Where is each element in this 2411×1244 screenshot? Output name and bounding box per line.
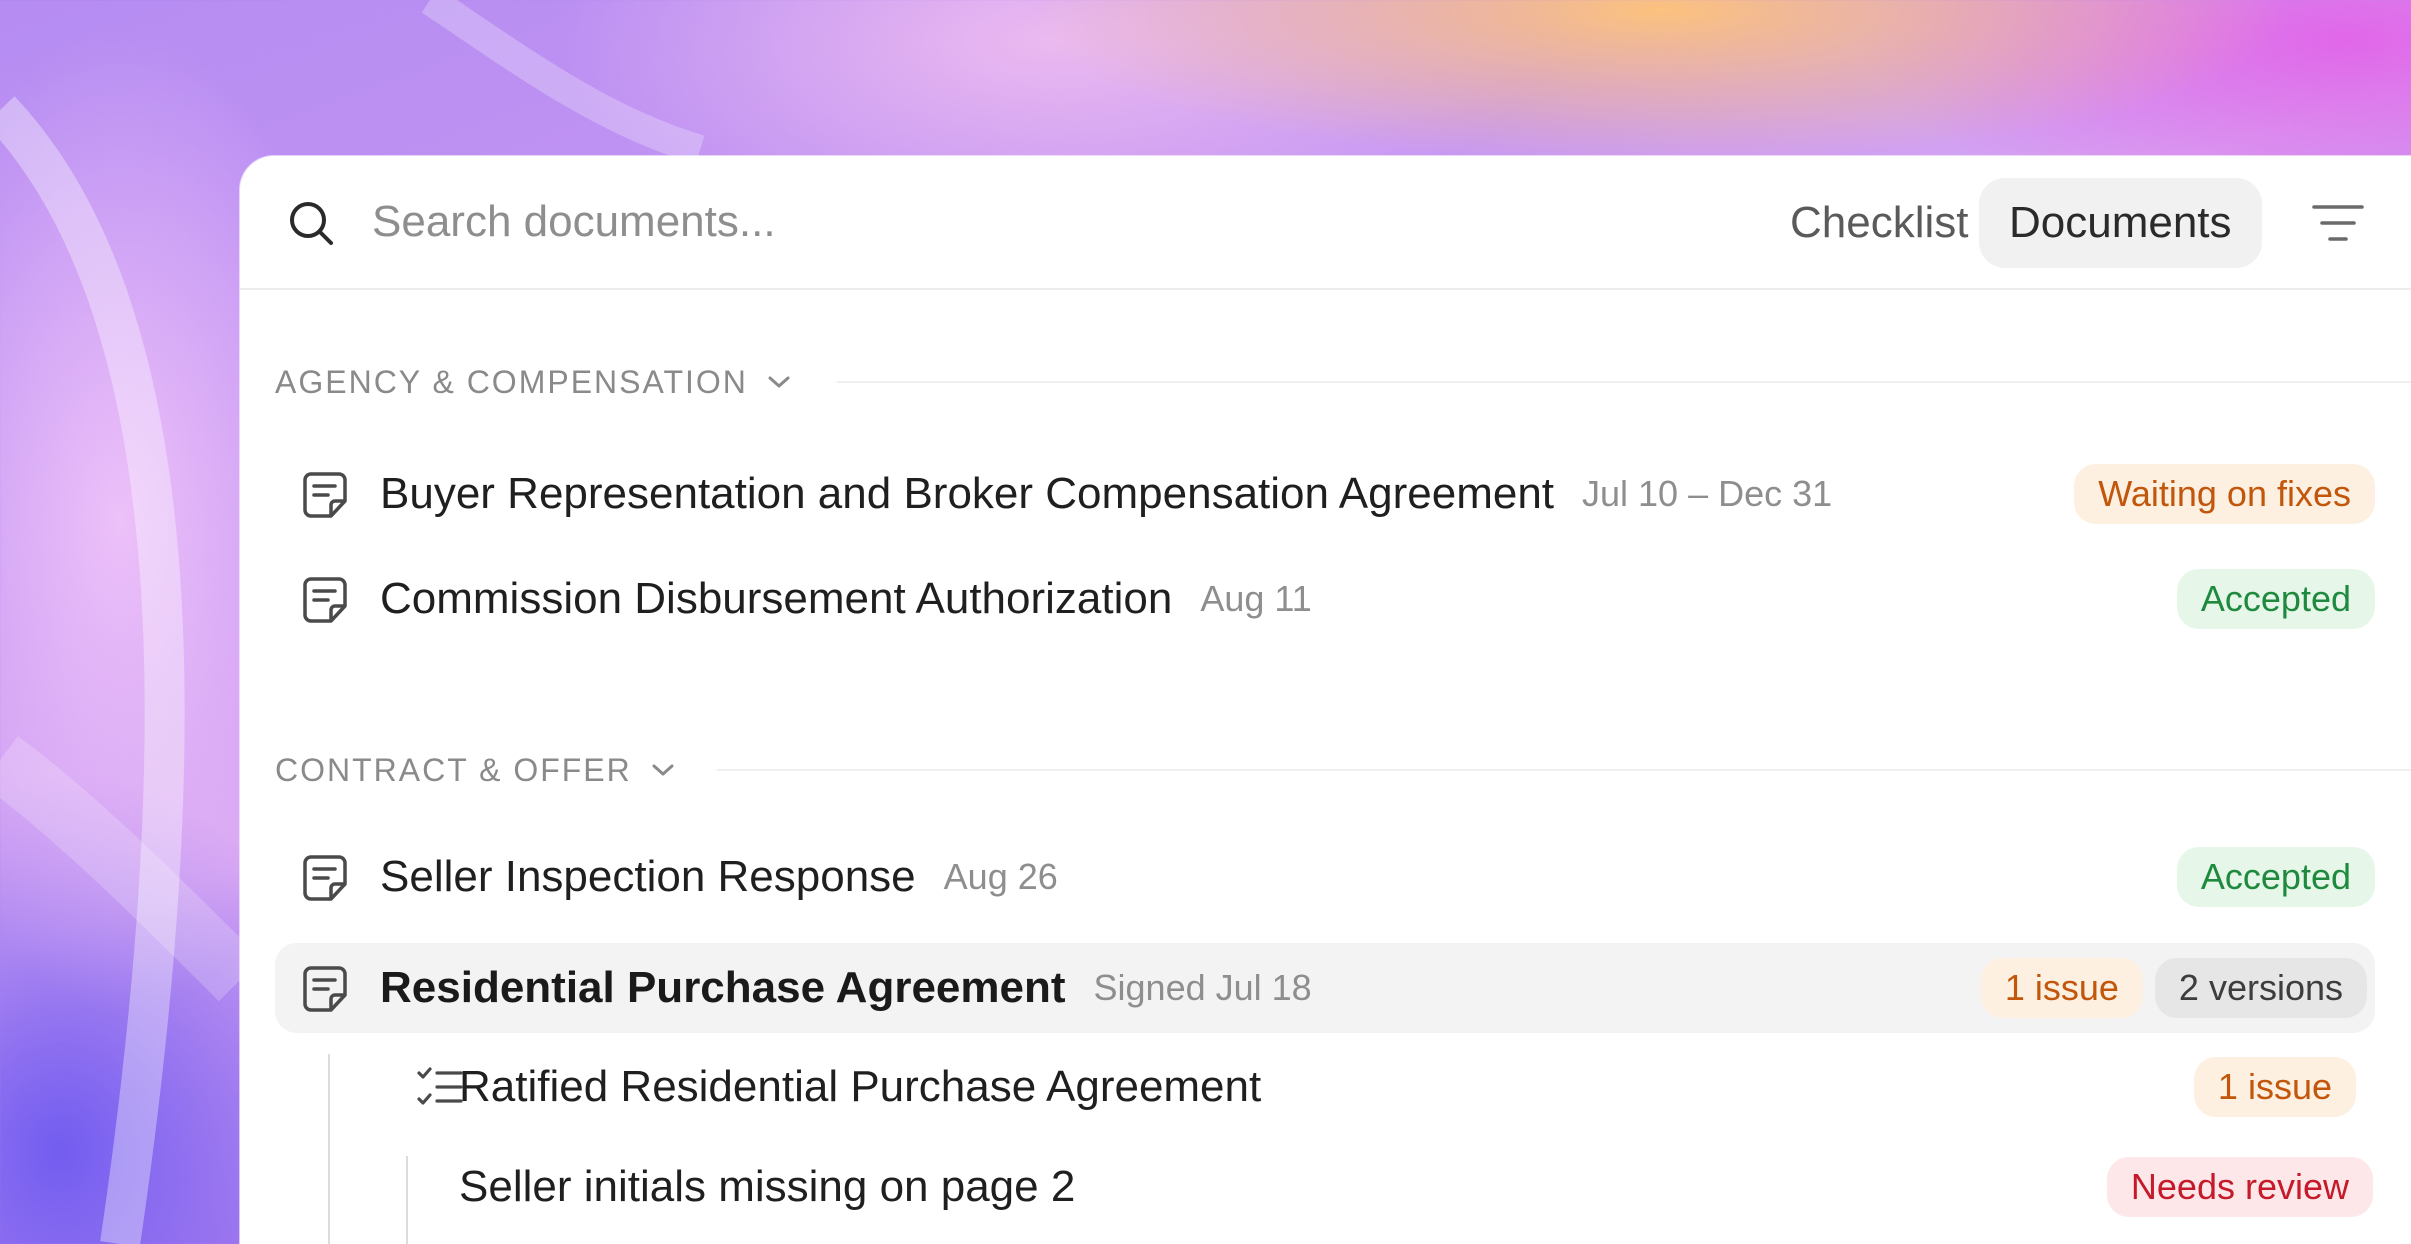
issue-count-badge[interactable]: 1 issue — [2193, 1057, 2356, 1117]
document-title: Buyer Representation and Broker Compensa… — [380, 469, 1555, 518]
document-date-range: Jul 10 – Dec 31 — [1582, 473, 1833, 514]
chevron-down-icon — [768, 376, 790, 388]
section-header-agency-compensation[interactable]: AGENCY & COMPENSATION — [275, 357, 792, 407]
status-badge[interactable]: Accepted — [2176, 569, 2375, 629]
checklist-icon — [417, 1067, 463, 1105]
document-title: Commission Disbursement Authorization — [380, 574, 1173, 623]
version-title: Ratified Residential Purchase Agreement — [459, 1062, 1262, 1111]
documents-panel: Checklist Documents AGENCY & COMPENSATIO… — [240, 156, 2411, 1244]
section-divider — [837, 381, 2411, 383]
document-icon — [303, 472, 347, 518]
document-row[interactable]: Commission Disbursement Authorization Au… — [275, 554, 2375, 644]
status-badge[interactable]: Accepted — [2176, 847, 2375, 907]
versions-badge[interactable]: 2 versions — [2154, 958, 2367, 1018]
document-icon — [303, 966, 347, 1012]
chevron-down-icon — [652, 764, 674, 776]
document-row[interactable]: Seller Inspection Response Aug 26 Accept… — [275, 832, 2375, 922]
document-signed-date: Signed Jul 18 — [1093, 967, 1312, 1008]
section-title: CONTRACT & OFFER — [275, 751, 632, 788]
document-icon — [303, 855, 347, 901]
document-row-selected[interactable]: Residential Purchase Agreement Signed Ju… — [275, 943, 2375, 1033]
document-icon — [303, 577, 347, 623]
issue-count-badge[interactable]: 1 issue — [1980, 958, 2143, 1018]
tab-documents[interactable]: Documents — [1979, 178, 2262, 268]
issue-row[interactable]: Seller initials missing on page 2 Needs … — [275, 1142, 2375, 1232]
status-badge[interactable]: Needs review — [2106, 1157, 2373, 1217]
version-row[interactable]: Ratified Residential Purchase Agreement … — [275, 1042, 2375, 1132]
issue-title: Seller initials missing on page 2 — [459, 1162, 1076, 1211]
document-date: Aug 11 — [1200, 578, 1312, 619]
section-header-contract-offer[interactable]: CONTRACT & OFFER — [275, 745, 676, 795]
search-input[interactable] — [372, 190, 1372, 254]
section-title: AGENCY & COMPENSATION — [275, 363, 748, 400]
document-title: Seller Inspection Response — [380, 852, 916, 901]
section-divider — [717, 769, 2411, 771]
document-title: Residential Purchase Agreement — [380, 963, 1066, 1012]
document-date: Aug 26 — [943, 856, 1058, 897]
filter-icon[interactable] — [2312, 202, 2364, 244]
search-icon — [290, 202, 333, 245]
toolbar: Checklist Documents — [240, 156, 2411, 290]
tab-checklist[interactable]: Checklist — [1760, 178, 1999, 268]
document-row[interactable]: Buyer Representation and Broker Compensa… — [275, 449, 2375, 539]
status-badge[interactable]: Waiting on fixes — [2074, 464, 2375, 524]
